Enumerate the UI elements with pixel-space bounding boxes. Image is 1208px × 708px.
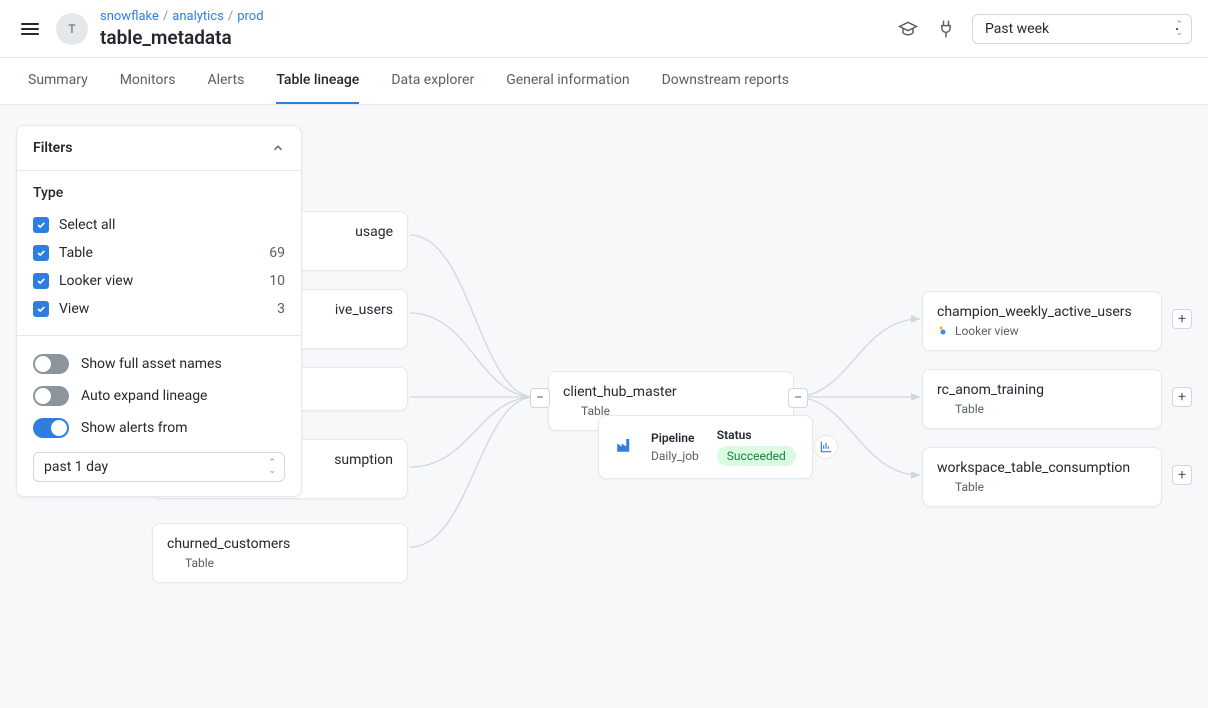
- tab-table-lineage[interactable]: Table lineage: [276, 58, 359, 104]
- pipeline-card[interactable]: Pipeline Daily_job Status Succeeded: [598, 415, 813, 479]
- alerts-range-value: past 1 day: [44, 459, 108, 475]
- node-downstream[interactable]: champion_weekly_active_users Looker view: [922, 291, 1162, 351]
- lineage-canvas[interactable]: Filters Type Select all Table 69 Looker …: [0, 105, 1208, 703]
- node-type: Table: [955, 480, 984, 494]
- header: T snowflake / analytics / prod table_met…: [0, 0, 1208, 58]
- snowflake-icon: [937, 403, 949, 415]
- filter-label[interactable]: Table: [59, 245, 259, 261]
- looker-icon: [937, 325, 949, 337]
- pipeline-value: Daily_job: [651, 449, 699, 463]
- updown-icon: ⌃⌄: [268, 459, 276, 475]
- divider: [17, 335, 301, 336]
- chart-icon[interactable]: [814, 435, 838, 459]
- chevron-up-icon: [271, 141, 285, 155]
- toggle-auto-expand[interactable]: [33, 386, 69, 406]
- node-type: Table: [185, 556, 214, 570]
- hamburger-icon: [21, 20, 39, 38]
- filter-count: 10: [269, 273, 285, 289]
- status-badge: Succeeded: [717, 446, 796, 466]
- tab-general-info[interactable]: General information: [506, 58, 629, 104]
- expand-button[interactable]: +: [1172, 309, 1192, 329]
- toggle-show-alerts[interactable]: [33, 418, 69, 438]
- toggle-label: Auto expand lineage: [81, 388, 208, 404]
- snowflake-icon: [563, 405, 575, 417]
- tab-alerts[interactable]: Alerts: [207, 58, 244, 104]
- factory-icon: [615, 436, 633, 458]
- status-label: Status: [717, 428, 796, 442]
- node-upstream[interactable]: churned_customers Table: [152, 523, 408, 583]
- snowflake-icon: [167, 557, 179, 569]
- filter-count: 3: [277, 301, 285, 317]
- tab-summary[interactable]: Summary: [28, 58, 88, 104]
- expand-button[interactable]: +: [1172, 465, 1192, 485]
- alerts-range-select[interactable]: past 1 day ⌃⌄: [33, 452, 285, 482]
- date-range-select[interactable]: Past week ⌃⌄: [972, 14, 1192, 44]
- breadcrumb-separator: /: [228, 9, 233, 24]
- avatar[interactable]: T: [56, 13, 88, 45]
- tab-downstream-reports[interactable]: Downstream reports: [662, 58, 789, 104]
- node-downstream[interactable]: workspace_table_consumption Table: [922, 447, 1162, 507]
- updown-icon: ⌃⌄: [1175, 21, 1183, 37]
- toggle-label: Show full asset names: [81, 356, 222, 372]
- node-downstream[interactable]: rc_anom_training Table: [922, 369, 1162, 429]
- pipeline-label: Pipeline: [651, 431, 699, 445]
- collapse-right-button[interactable]: −: [788, 388, 808, 408]
- snowflake-icon: [937, 481, 949, 493]
- breadcrumb-link[interactable]: snowflake: [100, 9, 159, 24]
- breadcrumb-separator: /: [163, 9, 168, 24]
- breadcrumb: snowflake / analytics / prod table_metad…: [100, 9, 264, 49]
- filters-toggle[interactable]: Filters: [17, 126, 301, 171]
- filter-label[interactable]: Looker view: [59, 273, 259, 289]
- toggle-full-names[interactable]: [33, 354, 69, 374]
- tab-monitors[interactable]: Monitors: [120, 58, 176, 104]
- breadcrumb-link[interactable]: prod: [237, 9, 263, 24]
- filters-title: Filters: [33, 140, 72, 156]
- checkbox-table[interactable]: [33, 245, 49, 261]
- node-type: Looker view: [955, 324, 1019, 338]
- node-title: client_hub_master: [563, 384, 779, 400]
- node-title: champion_weekly_active_users: [937, 304, 1147, 320]
- toggle-label: Show alerts from: [81, 420, 188, 436]
- date-range-label: Past week: [985, 21, 1049, 37]
- collapse-left-button[interactable]: −: [530, 388, 550, 408]
- checkbox-looker-view[interactable]: [33, 273, 49, 289]
- filter-label[interactable]: Select all: [59, 217, 275, 233]
- node-title: workspace_table_consumption: [937, 460, 1147, 476]
- filter-group-type: Type: [33, 185, 285, 201]
- node-type: Table: [955, 402, 984, 416]
- expand-button[interactable]: +: [1172, 387, 1192, 407]
- filter-label[interactable]: View: [59, 301, 267, 317]
- education-icon[interactable]: [896, 17, 920, 41]
- breadcrumb-link[interactable]: analytics: [172, 9, 224, 24]
- tab-data-explorer[interactable]: Data explorer: [391, 58, 474, 104]
- plug-icon[interactable]: [934, 17, 958, 41]
- filter-count: 69: [269, 245, 285, 261]
- checkbox-select-all[interactable]: [33, 217, 49, 233]
- node-title: rc_anom_training: [937, 382, 1147, 398]
- tabs: Summary Monitors Alerts Table lineage Da…: [0, 58, 1208, 105]
- node-title: churned_customers: [167, 536, 393, 552]
- checkbox-view[interactable]: [33, 301, 49, 317]
- menu-button[interactable]: [16, 15, 44, 43]
- filters-panel: Filters Type Select all Table 69 Looker …: [16, 125, 302, 497]
- page-title: table_metadata: [100, 26, 264, 49]
